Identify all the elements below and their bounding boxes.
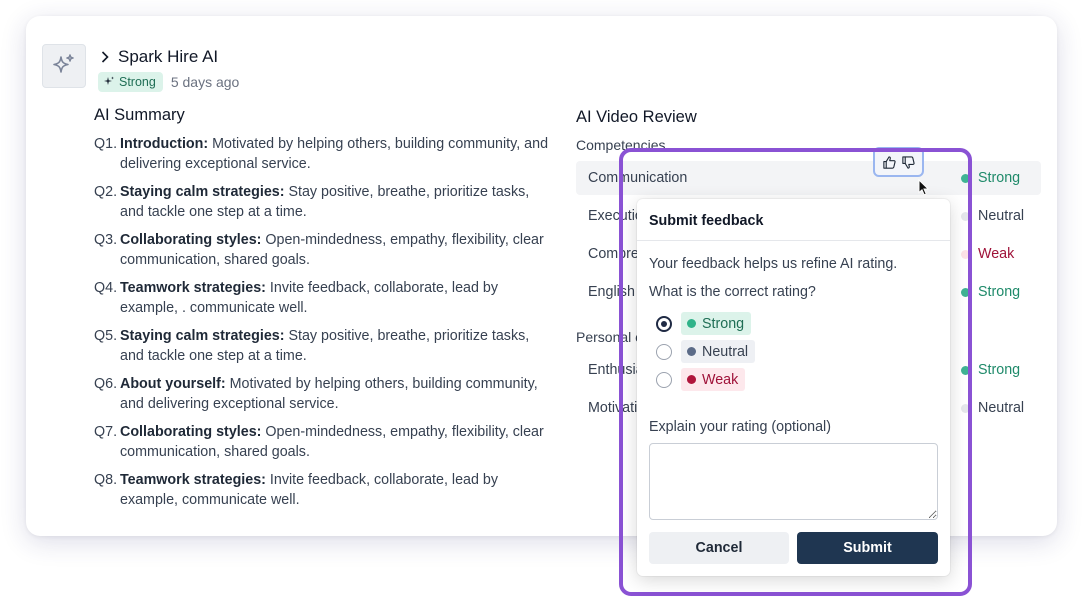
summary-item-number: Q5. xyxy=(94,328,118,344)
summary-item: Q8. Teamwork strategies: Invite feedback,… xyxy=(94,470,556,510)
summary-item-number: Q2. xyxy=(94,184,118,200)
rating-pill-label: Neutral xyxy=(702,343,749,360)
summary-item-number: Q6. xyxy=(94,376,118,392)
summary-item-number: Q8. xyxy=(94,472,118,488)
summary-item-label: Teamwork strategies: xyxy=(120,280,266,296)
rating-radio[interactable] xyxy=(656,315,672,332)
rating-pill-label: Weak xyxy=(702,371,739,388)
rating-question: What is the correct rating? xyxy=(649,284,816,300)
rating-dot xyxy=(687,319,696,328)
submit-button[interactable]: Submit xyxy=(797,532,938,564)
summary-item-number: Q1. xyxy=(94,136,118,152)
summary-item-label: Collaborating styles: xyxy=(120,424,262,440)
summary-item-text: Collaborating styles: Open-mindedness, e… xyxy=(120,422,556,462)
popover-description: Your feedback helps us refine AI rating. xyxy=(649,256,898,272)
summary-item: Q6. About yourself: Motivated by helping … xyxy=(94,374,556,414)
summary-item: Q7. Collaborating styles: Open-mindedness… xyxy=(94,422,556,462)
submit-feedback-popover: Submit feedback Your feedback helps us r… xyxy=(637,199,950,576)
explain-label: Explain your rating (optional) xyxy=(649,419,831,435)
summary-item-label: Staying calm strategies: xyxy=(120,328,285,344)
summary-item-text: Staying calm strategies: Stay positive, … xyxy=(120,182,556,222)
rating-radio[interactable] xyxy=(656,343,672,360)
summary-item: Q4. Teamwork strategies: Invite feedback,… xyxy=(94,278,556,318)
summary-item-number: Q4. xyxy=(94,280,118,296)
rating-label: Weak xyxy=(978,246,1015,262)
status-badge-label: Strong xyxy=(119,75,156,89)
summary-item-text: Teamwork strategies: Invite feedback, co… xyxy=(120,278,556,318)
rating-label: Strong xyxy=(978,362,1021,378)
summary-item: Q1. Introduction: Motivated by helping ot… xyxy=(94,134,556,174)
rating-dot xyxy=(687,375,696,384)
summary-item-text: Introduction: Motivated by helping other… xyxy=(120,134,556,174)
status-badge: Strong xyxy=(98,72,163,92)
summary-item-label: About yourself: xyxy=(120,376,226,392)
rating-label: Strong xyxy=(978,284,1021,300)
summary-item-text: About yourself: Motivated by helping oth… xyxy=(120,374,556,414)
rating-pill[interactable]: Weak xyxy=(681,368,746,391)
rating-pill[interactable]: Strong xyxy=(681,312,752,335)
rating-label: Neutral xyxy=(978,208,1025,224)
rating-pill-label: Strong xyxy=(702,315,745,332)
sparkle-icon xyxy=(104,76,114,85)
summary-item: Q5. Staying calm strategies: Stay positiv… xyxy=(94,326,556,366)
rating-label: Neutral xyxy=(978,400,1025,416)
explain-textarea[interactable] xyxy=(649,443,938,520)
page-title: Spark Hire AI xyxy=(118,47,219,66)
rating-option-neutral[interactable]: Neutral xyxy=(656,340,756,363)
sparkle-icon xyxy=(53,54,74,73)
card-header: Spark Hire AI Strong 5 days ago xyxy=(98,46,239,92)
ai-summary-title: AI Summary xyxy=(94,106,185,124)
summary-item-text: Collaborating styles: Open-mindedness, e… xyxy=(120,230,556,270)
summary-item: Q3. Collaborating styles: Open-mindedness… xyxy=(94,230,556,270)
header-title-row[interactable]: Spark Hire AI xyxy=(98,46,239,68)
summary-item: Q2. Staying calm strategies: Stay positiv… xyxy=(94,182,556,222)
summary-item-text: Teamwork strategies: Invite feedback, co… xyxy=(120,470,556,510)
summary-item-number: Q3. xyxy=(94,232,118,248)
chevron-right-icon[interactable] xyxy=(98,50,112,64)
popover-title: Submit feedback xyxy=(637,199,950,241)
rating-dot xyxy=(687,347,696,356)
summary-item-number: Q7. xyxy=(94,424,118,440)
rating-pill[interactable]: Neutral xyxy=(681,340,756,363)
ai-video-review-title: AI Video Review xyxy=(576,108,697,126)
summary-item-label: Staying calm strategies: xyxy=(120,184,285,200)
summary-item-label: Introduction: xyxy=(120,136,209,152)
summary-item-label: Teamwork strategies: xyxy=(120,472,266,488)
ai-avatar xyxy=(42,44,86,88)
ai-summary-list: Q1. Introduction: Motivated by helping ot… xyxy=(94,134,556,518)
timestamp: 5 days ago xyxy=(170,74,240,90)
rating-label: Strong xyxy=(978,170,1021,186)
cancel-button[interactable]: Cancel xyxy=(649,532,789,564)
rating-option-strong[interactable]: Strong xyxy=(656,312,752,335)
rating-option-weak[interactable]: Weak xyxy=(656,368,746,391)
summary-item-label: Collaborating styles: xyxy=(120,232,262,248)
rating-radio[interactable] xyxy=(656,371,672,388)
summary-item-text: Staying calm strategies: Stay positive, … xyxy=(120,326,556,366)
